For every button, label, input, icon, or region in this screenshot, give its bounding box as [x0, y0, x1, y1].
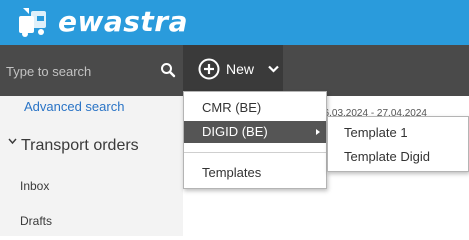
search-box [0, 45, 183, 96]
brand-logo-text: ewastra [58, 5, 189, 38]
digid-submenu: Template 1 Template Digid [327, 116, 469, 172]
logo-icon [19, 8, 46, 37]
submenu-item-template-digid[interactable]: Template Digid [344, 149, 430, 164]
plus-circle-icon [198, 58, 220, 80]
submenu-item-template-1[interactable]: Template 1 [344, 125, 408, 140]
search-icon[interactable] [160, 62, 176, 78]
new-button-label: New [226, 61, 255, 77]
chevron-down-icon [268, 65, 279, 73]
sidebar-item-inbox[interactable]: Inbox [20, 179, 49, 193]
top-header: ewastra [0, 0, 469, 45]
sidebar-item-drafts[interactable]: Drafts [20, 214, 52, 228]
menu-item-templates[interactable]: Templates [184, 162, 326, 184]
new-dropdown-menu: CMR (BE) DIGID (BE) Templates [183, 91, 327, 189]
menu-item-cmr-be[interactable]: CMR (BE) [184, 97, 326, 119]
submenu-arrow-icon [316, 129, 320, 135]
new-button[interactable]: New [183, 45, 283, 96]
menu-item-digid-label: DIGID (BE) [202, 124, 268, 139]
advanced-search-link[interactable]: Advanced search [24, 99, 124, 114]
menu-item-digid-be[interactable]: DIGID (BE) [184, 121, 326, 143]
section-title-transport-orders[interactable]: Transport orders [21, 137, 139, 155]
menu-divider [184, 152, 326, 153]
search-input[interactable] [6, 60, 156, 82]
section-chevron-icon[interactable] [8, 138, 17, 145]
